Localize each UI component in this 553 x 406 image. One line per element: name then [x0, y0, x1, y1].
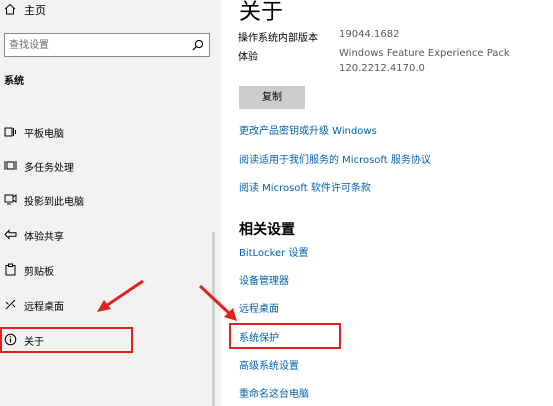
rename-pc-link[interactable]: 重命名这台电脑: [239, 385, 309, 400]
experience-value-line2: 120.2212.4170.0: [339, 63, 425, 74]
search-box[interactable]: [4, 33, 210, 57]
sidebar-item-label: 投影到此电脑: [24, 197, 84, 208]
sidebar-item-label: 远程桌面: [24, 302, 64, 313]
sidebar-item-remote-desktop[interactable]: 远程桌面: [0, 294, 216, 316]
sidebar-item-shared-experience[interactable]: 体验共享: [0, 224, 216, 246]
change-product-key-link[interactable]: 更改产品密钥或升级 Windows: [239, 122, 377, 137]
service-agreement-link[interactable]: 阅读适用于我们服务的 Microsoft 服务协议: [239, 151, 431, 166]
search-input[interactable]: [9, 37, 179, 53]
sidebar-item-label: 剪贴板: [24, 267, 54, 278]
sidebar-scrollbar[interactable]: [212, 232, 215, 406]
experience-label: 体验: [238, 52, 258, 63]
sidebar-section-title: 系统: [4, 76, 24, 87]
projector-icon: [4, 194, 17, 205]
sidebar-item-label: 多任务处理: [24, 163, 74, 174]
clipboard-icon: [5, 263, 16, 276]
multitasking-icon: [4, 161, 17, 170]
license-terms-link[interactable]: 阅读 Microsoft 软件许可条款: [239, 179, 371, 194]
sidebar-item-clipboard[interactable]: 剪贴板: [0, 259, 216, 281]
share-experience-icon: [4, 229, 17, 240]
experience-value-line1: Windows Feature Experience Pack: [339, 48, 510, 59]
sidebar-item-label: 体验共享: [24, 232, 64, 243]
device-manager-link[interactable]: 设备管理器: [239, 272, 289, 287]
advanced-system-settings-link[interactable]: 高级系统设置: [239, 357, 299, 372]
bitlocker-settings-link[interactable]: BitLocker 设置: [239, 244, 308, 259]
search-icon[interactable]: [192, 39, 204, 51]
os-build-label: 操作系统内部版本: [238, 33, 318, 44]
copy-button[interactable]: 复制: [239, 86, 305, 109]
sidebar-item-project[interactable]: 投影到此电脑: [0, 189, 216, 211]
remote-desktop-link[interactable]: 远程桌面: [239, 300, 279, 315]
home-icon: [4, 3, 16, 15]
tablet-icon: [4, 127, 16, 137]
related-settings-heading: 相关设置: [239, 222, 295, 238]
sidebar-item-multitasking[interactable]: 多任务处理: [0, 155, 216, 177]
os-build-value: 19044.1682: [339, 29, 400, 40]
highlight-box-about: [0, 327, 133, 353]
remote-desktop-icon: [5, 299, 16, 310]
page-title: 关于: [239, 0, 284, 25]
highlight-box-system-protection: [229, 323, 341, 349]
home-label: 主页: [24, 4, 46, 17]
sidebar-item-label: 平板电脑: [24, 129, 64, 140]
sidebar-item-tablet[interactable]: 平板电脑: [0, 121, 216, 143]
home-nav-item[interactable]: 主页: [0, 0, 216, 22]
